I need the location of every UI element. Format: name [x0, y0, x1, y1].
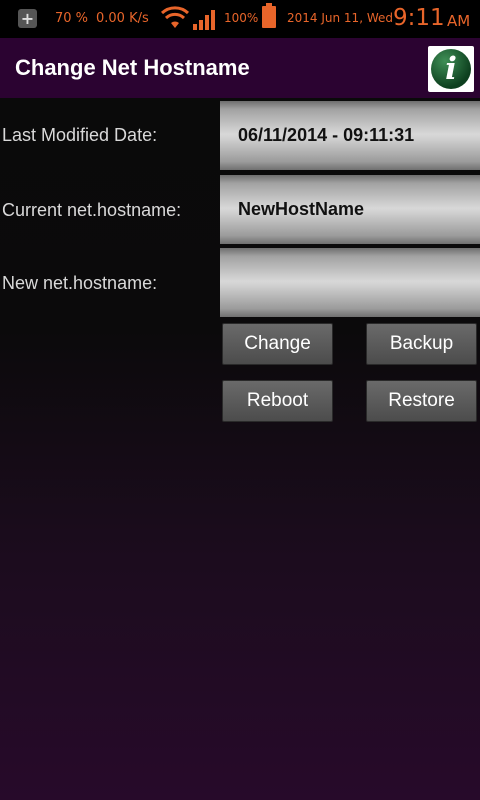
- wifi-icon: [160, 6, 190, 28]
- new-hostname-field[interactable]: [220, 248, 480, 317]
- new-hostname-input[interactable]: [238, 248, 480, 317]
- app-title: Change Net Hostname: [15, 55, 250, 80]
- signal-icon: [193, 10, 215, 30]
- info-icon: i: [431, 49, 471, 89]
- reboot-button[interactable]: Reboot: [222, 380, 333, 422]
- status-bar: 70 % 0.00 K/s 100% 2014 Jun 11, Wed 9:11…: [0, 0, 480, 38]
- status-ampm: AM: [447, 12, 471, 30]
- status-date: 2014 Jun 11, Wed: [287, 11, 393, 25]
- current-hostname-value: NewHostName: [220, 175, 480, 244]
- restore-button[interactable]: Restore: [366, 380, 477, 422]
- status-time: 9:11: [393, 5, 445, 31]
- change-button[interactable]: Change: [222, 323, 333, 365]
- backup-button[interactable]: Backup: [366, 323, 477, 365]
- status-net-speed: 0.00 K/s: [96, 11, 149, 26]
- info-button[interactable]: i: [428, 46, 474, 92]
- last-modified-label: Last Modified Date:: [2, 125, 158, 145]
- status-battery-text: 100%: [224, 11, 259, 25]
- last-modified-value: 06/11/2014 - 09:11:31: [220, 101, 480, 170]
- battery-icon: [262, 3, 276, 28]
- action-bar: Change Net Hostname: [0, 38, 480, 98]
- current-hostname-label: Current net.hostname:: [2, 200, 182, 220]
- status-battery-percent: 70 %: [55, 11, 89, 26]
- notification-plus-icon: [18, 9, 37, 28]
- new-hostname-label: New net.hostname:: [2, 273, 158, 293]
